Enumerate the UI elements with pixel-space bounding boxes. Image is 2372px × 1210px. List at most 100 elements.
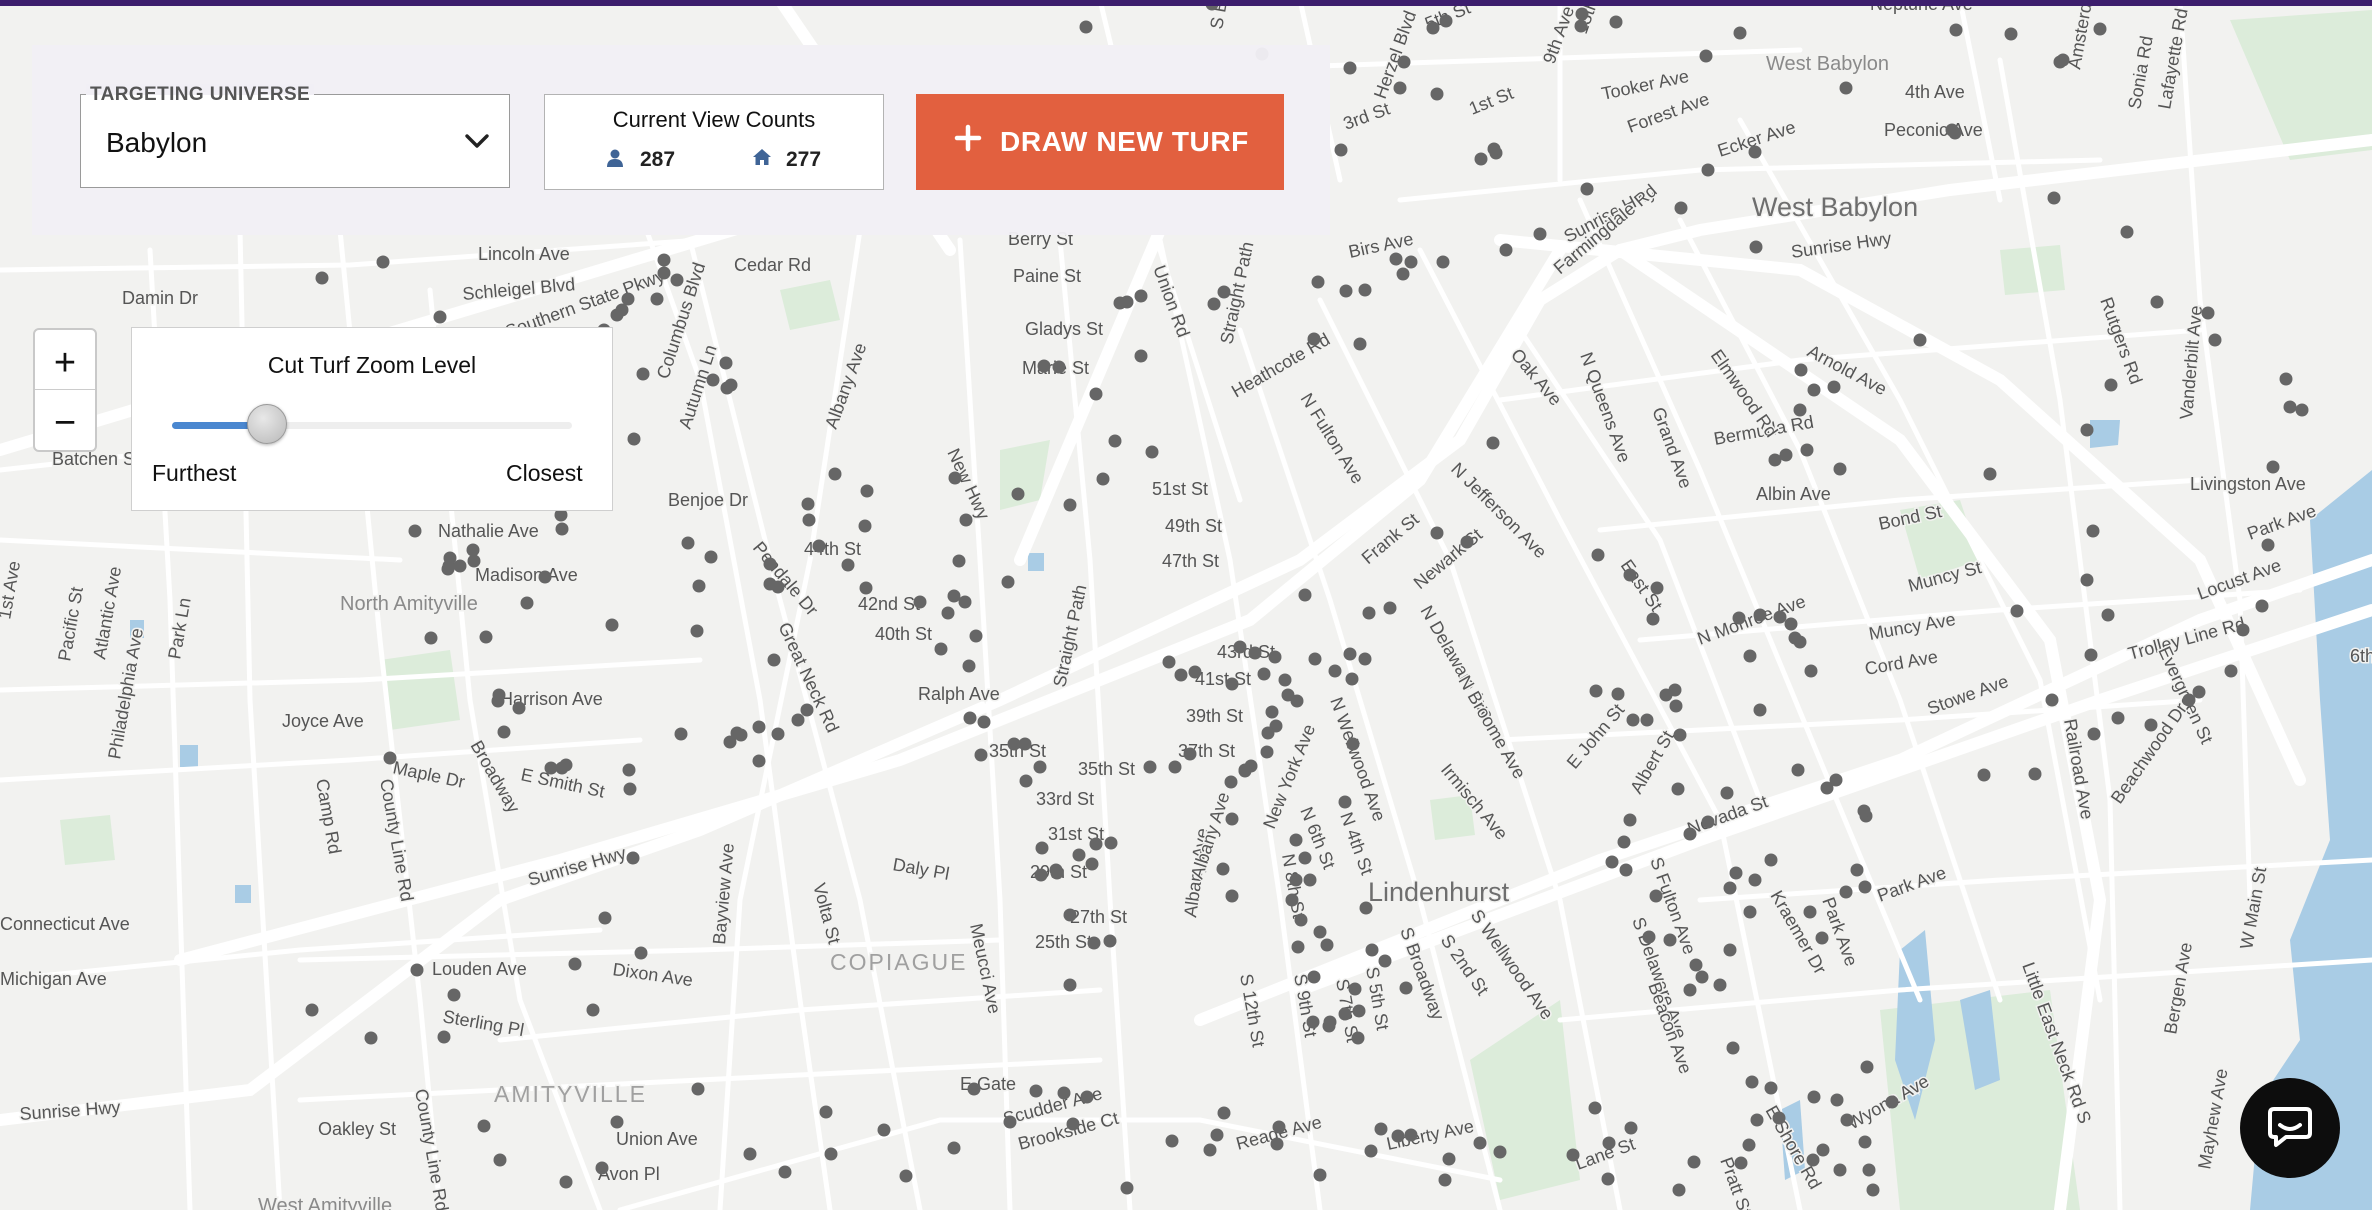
contact-marker[interactable] [623,782,637,796]
contact-marker[interactable] [1089,387,1103,401]
contact-marker[interactable] [1001,575,1015,589]
contact-marker[interactable] [692,579,706,593]
contact-marker[interactable] [2201,306,2215,320]
contact-marker[interactable] [1257,667,1271,681]
contact-marker[interactable] [383,751,397,765]
contact-marker[interactable] [828,467,842,481]
contact-marker[interactable] [1623,813,1637,827]
contact-marker[interactable] [1108,434,1122,448]
contact-marker[interactable] [1089,837,1103,851]
contact-marker[interactable] [977,715,991,729]
contact-marker[interactable] [1019,774,1033,788]
contact-marker[interactable] [1862,1163,1876,1177]
targeting-universe-value[interactable]: Babylon [106,127,207,159]
contact-marker[interactable] [1217,285,1231,299]
contact-marker[interactable] [1272,1120,1286,1134]
contact-marker[interactable] [1773,610,1787,624]
contact-marker[interactable] [934,642,948,656]
contact-marker[interactable] [1072,848,1086,862]
contact-marker[interactable] [1659,688,1673,702]
chat-icon[interactable] [2266,1103,2314,1151]
contact-marker[interactable] [1307,332,1321,346]
contact-marker[interactable] [1701,815,1715,829]
contact-marker[interactable] [433,310,447,324]
contact-marker[interactable] [1080,1090,1094,1104]
contact-marker[interactable] [627,432,641,446]
contact-marker[interactable] [1913,333,1927,347]
contact-marker[interactable] [958,595,972,609]
contact-marker[interactable] [1493,1145,1507,1159]
contact-marker[interactable] [1143,760,1157,774]
contact-marker[interactable] [1057,1086,1071,1100]
contact-marker[interactable] [1683,983,1697,997]
contact-marker[interactable] [706,373,720,387]
contact-marker[interactable] [1977,768,1991,782]
contact-marker[interactable] [1323,1015,1337,1029]
contact-marker[interactable] [1011,487,1025,501]
contact-marker[interactable] [974,748,988,762]
contact-marker[interactable] [555,522,569,536]
contact-marker[interactable] [1052,360,1066,374]
contact-marker[interactable] [899,1169,913,1183]
contact-marker[interactable] [1839,885,1853,899]
contact-marker[interactable] [1359,901,1373,915]
contact-marker[interactable] [376,255,390,269]
contact-marker[interactable] [2208,333,2222,347]
contact-marker[interactable] [1589,684,1603,698]
contact-marker[interactable] [1225,889,1239,903]
contact-marker[interactable] [947,1141,961,1155]
contact-marker[interactable] [1436,255,1450,269]
contact-marker[interactable] [1575,7,1589,21]
contact-marker[interactable] [2093,22,2107,36]
contact-marker[interactable] [1885,1095,1899,1109]
contact-marker[interactable] [1374,1122,1388,1136]
contact-marker[interactable] [1399,981,1413,995]
contact-marker[interactable] [1830,1093,1844,1107]
contact-marker[interactable] [1833,462,1847,476]
contact-marker[interactable] [1949,23,1963,37]
contact-marker[interactable] [1378,954,1392,968]
contact-marker[interactable] [1079,20,1093,34]
contact-marker[interactable] [1291,940,1305,954]
contact-marker[interactable] [1743,649,1757,663]
contact-marker[interactable] [1168,760,1182,774]
contact-marker[interactable] [812,539,826,553]
contact-marker[interactable] [1602,1136,1616,1150]
contact-marker[interactable] [1298,588,1312,602]
contact-marker[interactable] [2255,599,2269,613]
contact-marker[interactable] [1365,943,1379,957]
contact-marker[interactable] [1134,289,1148,303]
contact-marker[interactable] [959,513,973,527]
contact-marker[interactable] [598,911,612,925]
contact-marker[interactable] [913,595,927,609]
contact-marker[interactable] [1609,15,1623,29]
contact-marker[interactable] [1858,880,1872,894]
contact-marker[interactable] [1750,1113,1764,1127]
contact-marker[interactable] [1339,284,1353,298]
contact-marker[interactable] [2236,623,2250,637]
contact-marker[interactable] [947,589,961,603]
contact-marker[interactable] [670,273,684,287]
contact-marker[interactable] [963,711,977,725]
contact-marker[interactable] [2104,378,2118,392]
contact-marker[interactable] [1699,49,1713,63]
contact-marker[interactable] [824,1147,838,1161]
contact-marker[interactable] [1753,608,1767,622]
contact-marker[interactable] [1580,182,1594,196]
contact-marker[interactable] [408,524,422,538]
contact-marker[interactable] [1642,930,1656,944]
contact-marker[interactable] [1260,745,1274,759]
contact-marker[interactable] [1764,853,1778,867]
contact-marker[interactable] [1858,1135,1872,1149]
contact-marker[interactable] [1983,467,1997,481]
contact-marker[interactable] [467,554,481,568]
contact-marker[interactable] [1474,152,1488,166]
contact-marker[interactable] [1294,913,1308,927]
contact-marker[interactable] [2111,711,2125,725]
contact-marker[interactable] [1650,581,1664,595]
contact-marker[interactable] [1732,611,1746,625]
contact-marker[interactable] [1207,297,1221,311]
contact-marker[interactable] [941,606,955,620]
contact-marker[interactable] [1345,672,1359,686]
contact-marker[interactable] [791,713,805,727]
